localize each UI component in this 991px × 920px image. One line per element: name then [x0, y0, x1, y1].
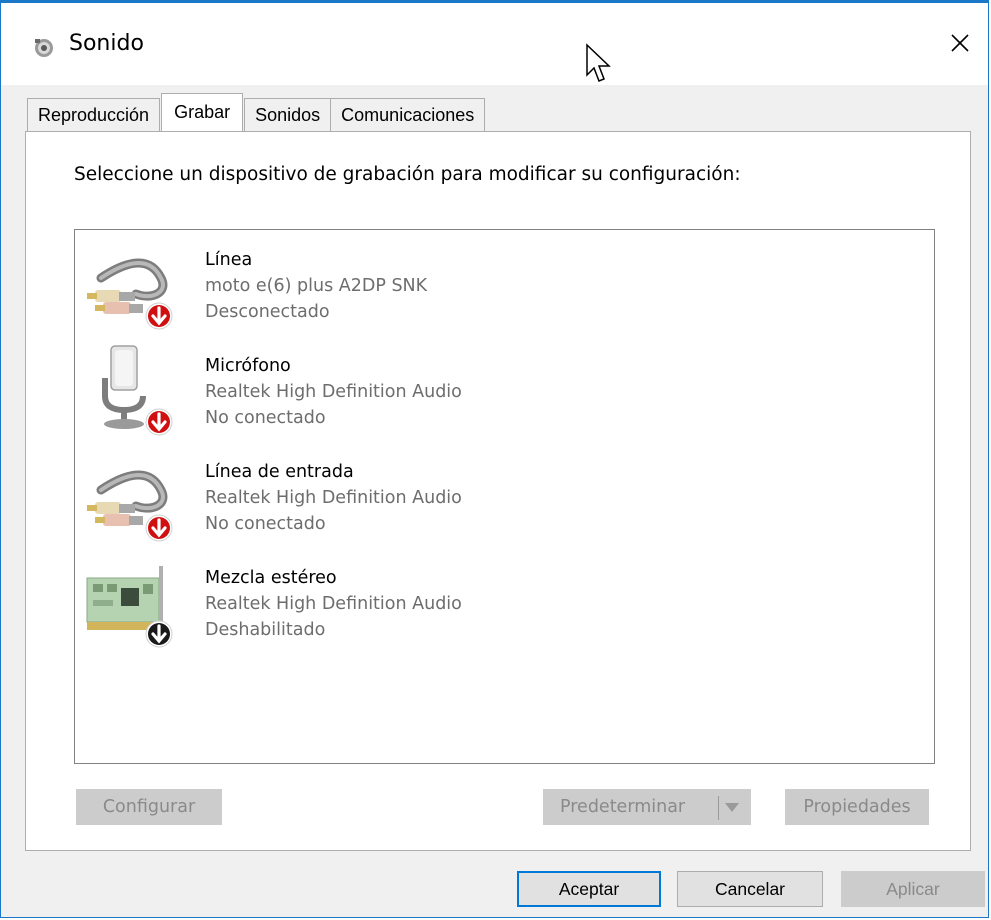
sound-card-icon [86, 566, 173, 648]
configure-button[interactable]: Configurar [76, 789, 222, 825]
device-driver: Realtek High Definition Audio [205, 382, 462, 402]
tab-label: Grabar [174, 102, 231, 122]
properties-button[interactable]: Propiedades [785, 789, 929, 825]
list-item[interactable]: Línea de entrada Realtek High Definition… [75, 442, 934, 542]
list-item[interactable]: Mezcla estéreo Realtek High Definition A… [75, 548, 934, 648]
device-name: Mezcla estéreo [205, 568, 337, 588]
device-driver: Realtek High Definition Audio [205, 488, 462, 508]
device-list[interactable]: Línea moto e(6) plus A2DP SNK Desconecta… [74, 229, 935, 764]
apply-label: Aplicar [886, 878, 940, 899]
list-item[interactable]: Línea moto e(6) plus A2DP SNK Desconecta… [75, 230, 934, 330]
device-status: No conectado [205, 408, 326, 428]
tab-sonidos[interactable]: Sonidos [244, 98, 332, 131]
tab-comunicaciones[interactable]: Comunicaciones [330, 98, 486, 131]
microphone-icon [102, 345, 173, 436]
split-divider [718, 796, 719, 820]
device-status: Deshabilitado [205, 620, 326, 640]
close-button[interactable] [932, 17, 988, 69]
window-title: Sonido [69, 31, 144, 56]
tab-strip: Reproducción Grabar Sonidos Comunicacion… [27, 93, 486, 131]
title-bar[interactable]: Sonido [1, 3, 988, 85]
chevron-down-icon[interactable] [724, 802, 740, 814]
speaker-icon [35, 39, 53, 57]
tab-grabar[interactable]: Grabar [161, 93, 244, 131]
ok-button[interactable]: Aceptar [517, 871, 661, 907]
ok-label: Aceptar [558, 878, 620, 899]
apply-button[interactable]: Aplicar [841, 871, 985, 907]
instructions-text: Seleccione un dispositivo de grabación p… [74, 164, 741, 185]
device-driver: moto e(6) plus A2DP SNK [205, 276, 428, 296]
cancel-label: Cancelar [714, 878, 786, 899]
set-default-label: Predeterminar [560, 797, 686, 817]
tab-reproduccion[interactable]: Reproducción [27, 98, 161, 131]
rca-cable-icon [87, 258, 173, 330]
rca-cable-icon [87, 470, 173, 542]
tab-label: Comunicaciones [341, 104, 475, 125]
sound-dialog: Sonido Reproducción Grabar Sonidos Comun… [0, 0, 989, 918]
properties-label: Propiedades [803, 797, 911, 817]
cancel-button[interactable]: Cancelar [677, 871, 823, 907]
mouse-cursor-icon [586, 43, 611, 82]
configure-label: Configurar [102, 797, 196, 817]
device-status: No conectado [205, 514, 326, 534]
tab-label: Reproducción [38, 104, 150, 125]
device-driver: Realtek High Definition Audio [205, 594, 462, 614]
device-name: Línea [205, 250, 253, 270]
list-item[interactable]: Micrófono Realtek High Definition Audio … [75, 336, 934, 436]
device-status: Desconectado [205, 302, 330, 322]
tab-label: Sonidos [255, 104, 321, 125]
set-default-button[interactable]: Predeterminar [543, 789, 751, 825]
recording-panel: Seleccione un dispositivo de grabación p… [25, 131, 971, 851]
device-name: Línea de entrada [205, 462, 354, 482]
device-name: Micrófono [205, 356, 291, 376]
close-icon [951, 34, 969, 52]
